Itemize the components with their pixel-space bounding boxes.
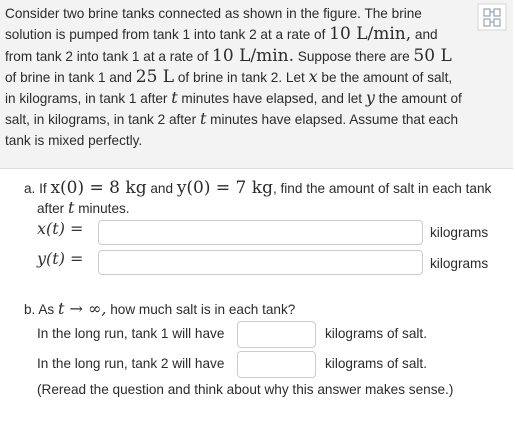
part-b-prefix: b. As: [24, 302, 59, 317]
problem-text-4: of brine in tank 1 and: [5, 69, 136, 85]
tank2-longrun-input[interactable]: [237, 351, 316, 378]
rate-1: 10 L/min,: [329, 24, 412, 45]
part-a-line2-suffix: minutes.: [74, 201, 130, 216]
problem-text-7: minutes have elapsed, and let: [177, 91, 366, 107]
part-a-question: a. If x(0) = 8 kg and y(0) = 7 kg, find …: [24, 178, 491, 198]
problem-statement: Consider two brine tanks connected as sh…: [0, 0, 513, 169]
tank2-longrun-label: In the long run, tank 2 will have: [37, 356, 225, 371]
volume-1: 50 L: [413, 45, 452, 66]
part-b-question: b. As t → ∞, how much salt is in each ta…: [24, 299, 295, 318]
initial-condition-y: y(0) = 7 kg: [176, 178, 273, 198]
tank2-longrun-unit: kilograms of salt.: [325, 356, 427, 371]
rate-2: 10 L/min.: [212, 45, 295, 66]
x-of-t-label: x(t) =: [37, 219, 84, 238]
y-of-t-label: y(t) =: [37, 249, 84, 268]
x-of-t-input[interactable]: [98, 220, 423, 245]
tank1-longrun-unit: kilograms of salt.: [325, 326, 427, 341]
volume-2: 25 L: [135, 66, 175, 87]
initial-condition-x: x(0) = 8 kg: [50, 178, 147, 198]
part-a-line2-prefix: after: [37, 201, 68, 216]
reread-note: (Reread the question and think about why…: [37, 382, 454, 397]
tank1-longrun-input[interactable]: [237, 321, 316, 348]
y-of-t-input[interactable]: [98, 250, 423, 275]
x-unit-label: kilograms: [430, 225, 489, 240]
problem-text: Consider two brine tanks connected as sh…: [5, 4, 463, 151]
part-a-suffix: , find the amount of salt in each tank: [272, 181, 492, 196]
tank1-longrun-label: In the long run, tank 1 will have: [37, 326, 225, 341]
part-a-question-line2: after t minutes.: [37, 198, 130, 217]
expand-figure-icon[interactable]: [477, 3, 507, 31]
problem-text-3: Suppose there are: [294, 48, 414, 64]
var-y: y: [365, 88, 375, 108]
part-a-and: and: [146, 181, 177, 196]
y-unit-label: kilograms: [430, 256, 489, 271]
var-x: x: [308, 66, 318, 86]
part-b-suffix: how much salt is in each tank?: [106, 302, 296, 317]
limit-expression: t → ∞,: [58, 299, 107, 318]
part-a-prefix: a. If: [24, 181, 51, 196]
problem-text-5: of brine in tank 2. Let: [174, 69, 309, 85]
